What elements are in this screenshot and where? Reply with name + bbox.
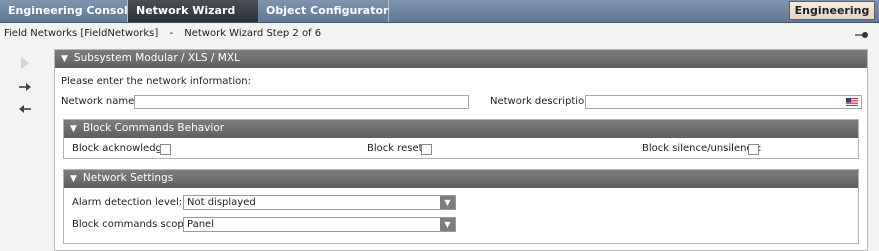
tab-engineering-console[interactable]: Engineering Console xyxy=(0,0,135,22)
network-settings-header[interactable]: ▼ Network Settings xyxy=(64,170,858,188)
us-flag-icon[interactable] xyxy=(846,98,858,106)
block-acknowledge-checkbox[interactable] xyxy=(160,144,171,155)
alarm-detection-label: Alarm detection level: xyxy=(72,197,183,208)
network-info-prompt: Please enter the network information: xyxy=(61,76,251,87)
breadcrumb-path[interactable]: Field Networks [FieldNetworks] xyxy=(4,28,158,39)
network-description-input[interactable] xyxy=(585,95,862,109)
collapse-triangle-icon[interactable]: ▼ xyxy=(70,124,77,134)
alarm-detection-value: Not displayed xyxy=(187,197,256,208)
block-reset-label: Block reset: xyxy=(367,143,426,154)
block-reset-checkbox[interactable] xyxy=(421,144,432,155)
wizard-step-label: Network Wizard Step 2 of 6 xyxy=(184,28,322,39)
breadcrumb-separator: - xyxy=(169,28,174,39)
arrow-left-icon[interactable] xyxy=(16,100,34,118)
breadcrumb: Field Networks [FieldNetworks] - Network… xyxy=(4,28,329,39)
block-silence-checkbox[interactable] xyxy=(748,144,759,155)
block-commands-scope-label: Block commands scope: xyxy=(72,219,194,230)
engineering-mode-button[interactable]: Engineering xyxy=(789,1,875,20)
alarm-detection-select[interactable]: Not displayed ▼ xyxy=(183,195,456,210)
block-silence-label: Block silence/unsilence: xyxy=(642,143,762,154)
pin-icon[interactable] xyxy=(855,31,869,39)
tab-network-wizard[interactable]: Network Wizard xyxy=(128,0,258,22)
network-name-input[interactable] xyxy=(134,95,469,109)
network-settings-title: Network Settings xyxy=(82,172,174,184)
dropdown-arrow-icon[interactable]: ▼ xyxy=(440,196,455,209)
play-icon[interactable] xyxy=(16,54,34,72)
collapse-triangle-icon[interactable]: ▼ xyxy=(70,174,77,184)
tab-object-configurator[interactable]: Object Configurator xyxy=(258,0,389,22)
network-description-label: Network description: xyxy=(490,96,594,107)
block-commands-title: Block Commands Behavior xyxy=(82,122,225,134)
block-commands-header[interactable]: ▼ Block Commands Behavior xyxy=(64,120,858,138)
dropdown-arrow-icon[interactable]: ▼ xyxy=(440,218,455,231)
arrow-right-icon[interactable] xyxy=(16,78,34,96)
subsystem-panel-title: Subsystem Modular / XLS / MXL xyxy=(73,52,240,64)
network-settings-section: ▼ Network Settings Alarm detection level:… xyxy=(63,169,859,244)
block-acknowledge-label: Block acknowledge: xyxy=(72,143,172,154)
network-name-label: Network name: xyxy=(61,96,138,107)
block-commands-scope-value: Panel xyxy=(187,219,214,230)
collapse-triangle-icon[interactable]: ▼ xyxy=(61,54,68,64)
subsystem-panel-header[interactable]: ▼ Subsystem Modular / XLS / MXL xyxy=(55,50,867,68)
subsystem-panel: ▼ Subsystem Modular / XLS / MXL Please en… xyxy=(54,49,868,251)
block-commands-section: ▼ Block Commands Behavior Block acknowled… xyxy=(63,119,859,159)
block-commands-scope-select[interactable]: Panel ▼ xyxy=(183,217,456,232)
top-tab-bar: Engineering Console Network Wizard Objec… xyxy=(0,0,879,23)
